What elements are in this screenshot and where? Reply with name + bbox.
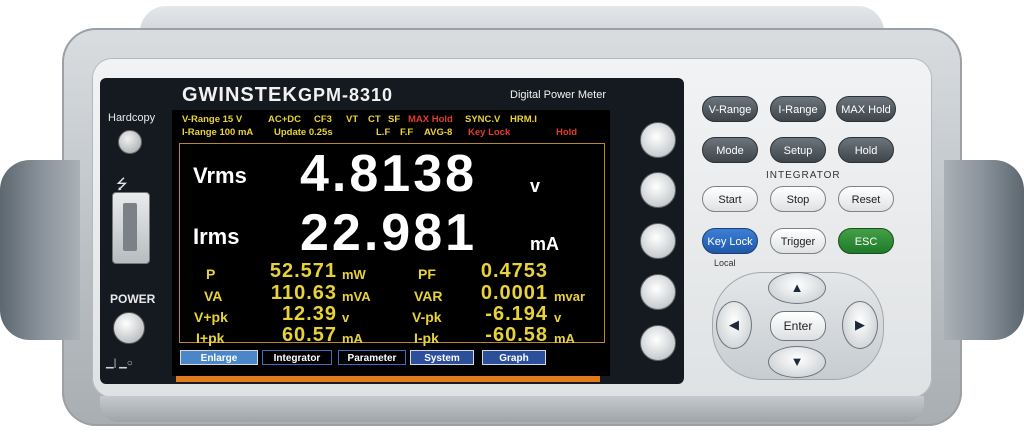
softkey-graph[interactable]: Graph (482, 350, 546, 365)
reading-pf-label: PF (418, 266, 436, 282)
usb-slot (123, 203, 137, 251)
softkey-enlarge[interactable]: Enlarge (180, 350, 258, 365)
max-hold-key[interactable]: MAX Hold (836, 96, 896, 122)
status-max-hold: MAX Hold (408, 114, 453, 125)
vrms-unit: v (530, 176, 541, 196)
function-key-5[interactable] (640, 325, 676, 361)
irms-unit: mA (530, 234, 560, 254)
reading-va-value: 110.63 (270, 282, 337, 304)
status-vt: VT (346, 114, 359, 125)
integrator-group-label: INTEGRATOR (766, 170, 841, 181)
reading-ipk-pos-unit: mA (342, 331, 363, 346)
brand-logo: GWINSTEK (182, 84, 298, 106)
status-hold: Hold (556, 127, 578, 138)
reading-var-unit: mvar (554, 289, 586, 304)
v-range-key[interactable]: V-Range (702, 96, 758, 122)
key-lock-key[interactable]: Key Lock (702, 228, 758, 254)
status-sync: SYNC.V (465, 114, 501, 125)
i-range-key[interactable]: I-Range (770, 96, 826, 122)
function-key-2[interactable] (640, 172, 676, 208)
irms-value: 22.981 (300, 204, 478, 262)
reading-vpk-pos-unit: v (342, 310, 350, 325)
reading-ipk-pos-label: I+pk (196, 330, 225, 346)
hold-key[interactable]: Hold (838, 137, 894, 163)
status-lf: L.F (376, 127, 391, 138)
model-name: GPM-8310 (298, 85, 394, 105)
status-v-range: V-Range 15 V (182, 114, 243, 125)
reading-p-label: P (206, 266, 216, 282)
reading-p-unit: mW (342, 267, 366, 282)
reading-ipk-pos-value: 60.57 (281, 324, 337, 346)
chassis-bottom (100, 396, 924, 422)
reading-va-unit: mVA (342, 289, 371, 304)
setup-key[interactable]: Setup (770, 137, 826, 163)
hardcopy-button[interactable] (118, 130, 142, 154)
function-key-3[interactable] (640, 223, 676, 259)
status-i-range: I-Range 100 mA (182, 127, 254, 138)
function-key-1[interactable] (640, 122, 676, 158)
reading-vpk-pos-label: V+pk (194, 309, 228, 325)
status-sf: SF (388, 114, 401, 125)
status-ct: CT (368, 114, 381, 125)
vrms-label: Vrms (193, 163, 247, 188)
softkey-system[interactable]: System (410, 350, 474, 365)
reading-p-value: 52.571 (269, 260, 337, 282)
reading-vpk-neg-unit: v (554, 310, 562, 325)
handle-right (944, 160, 1024, 340)
mode-key[interactable]: Mode (702, 137, 758, 163)
device-subtitle: Digital Power Meter (510, 89, 606, 101)
reading-ipk-neg-label: I-pk (414, 330, 439, 346)
handle-left (0, 160, 80, 340)
status-update: Update 0.25s (274, 127, 333, 138)
stop-key[interactable]: Stop (770, 186, 826, 212)
softkey-integrator[interactable]: Integrator (262, 350, 332, 365)
hardcopy-label: Hardcopy (108, 112, 156, 124)
reading-var-label: VAR (414, 288, 443, 304)
status-hrm: HRM.I (510, 114, 537, 125)
status-ff: F.F (400, 127, 414, 138)
reading-var-value: 0.0001 (480, 282, 548, 304)
enter-key[interactable]: Enter (770, 311, 826, 341)
reading-ipk-neg-unit: mA (554, 331, 575, 346)
power-state-icons: ▁| ▁○ (106, 358, 133, 369)
status-key-lock: Key Lock (468, 127, 511, 138)
function-key-4[interactable] (640, 274, 676, 310)
power-button[interactable] (113, 312, 145, 344)
reset-key[interactable]: Reset (838, 186, 894, 212)
reading-va-label: VA (204, 288, 223, 304)
power-label: POWER (110, 292, 156, 306)
reading-vpk-neg-label: V-pk (412, 309, 442, 325)
softkey-parameter[interactable]: Parameter (338, 350, 406, 365)
reading-vpk-neg-value: -6.194 (485, 303, 548, 325)
trigger-key[interactable]: Trigger (770, 228, 826, 254)
status-crest: CF3 (314, 114, 332, 125)
down-arrow-icon[interactable]: ▼ (768, 346, 826, 378)
status-avg: AVG-8 (424, 127, 453, 138)
status-coupling: AC+DC (268, 114, 301, 125)
reading-vpk-pos-value: 12.39 (281, 303, 337, 325)
left-arrow-icon[interactable]: ◀ (716, 301, 752, 349)
irms-label: Irms (193, 224, 240, 249)
local-label: Local (714, 258, 736, 268)
right-arrow-icon[interactable]: ▶ (842, 301, 878, 349)
bezel-accent-strip (176, 376, 600, 382)
reading-ipk-neg-value: -60.58 (485, 324, 548, 346)
up-arrow-icon[interactable]: ▲ (768, 272, 826, 304)
start-key[interactable]: Start (702, 186, 758, 212)
vrms-value: 4.8138 (300, 145, 478, 203)
reading-pf-value: 0.4753 (480, 260, 548, 282)
esc-key[interactable]: ESC (838, 228, 894, 254)
